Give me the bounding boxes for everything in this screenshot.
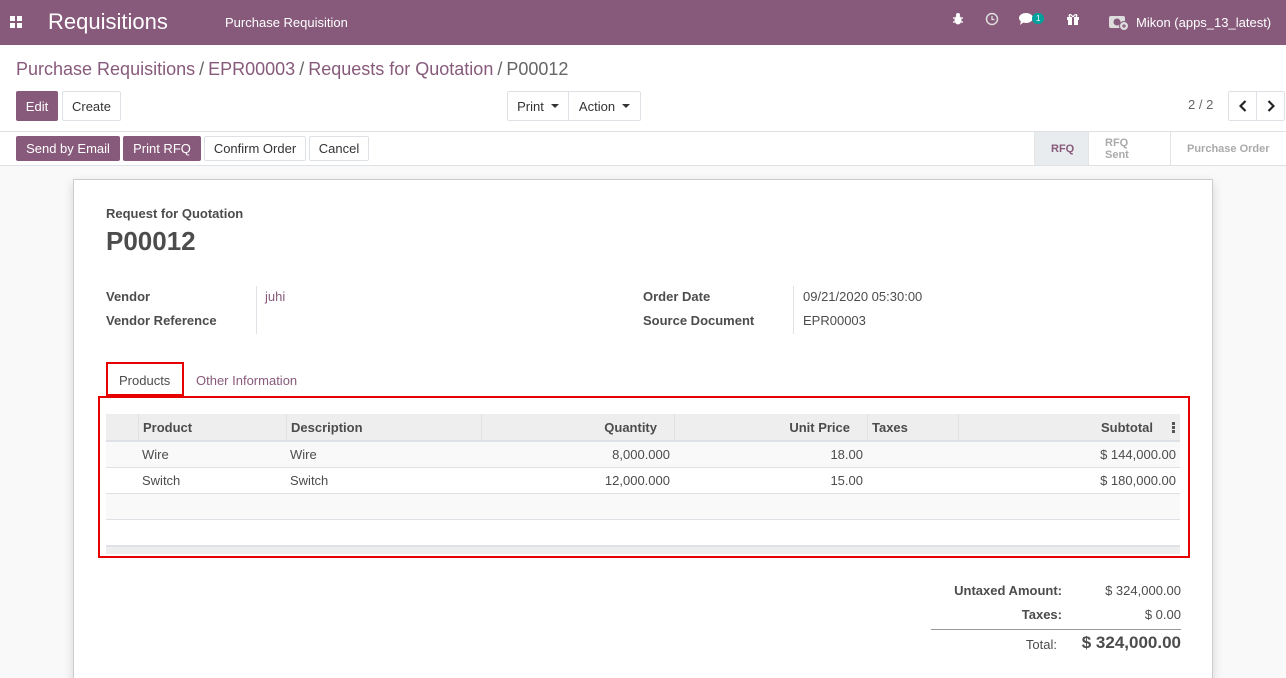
- pager-next-button[interactable]: [1256, 91, 1285, 121]
- field-divider: [793, 286, 794, 334]
- caret-down-icon: [622, 104, 631, 108]
- bug-icon[interactable]: [952, 12, 964, 29]
- untaxed-amount-label: Untaxed Amount:: [954, 583, 1062, 598]
- user-name: Mikon (apps_13_latest): [1136, 15, 1272, 30]
- send-by-email-button[interactable]: Send by Email: [16, 136, 120, 161]
- control-panel: Purchase Requisitions / EPR00003/Requests …: [0, 45, 1286, 132]
- edit-button[interactable]: Edit: [16, 91, 58, 121]
- breadcrumb-separator: /: [299, 59, 305, 79]
- app-title[interactable]: Requisitions: [48, 9, 168, 35]
- activity-clock-icon[interactable]: [985, 12, 999, 29]
- avatar: [1108, 13, 1130, 34]
- untaxed-amount-value: $ 324,000.00: [1105, 583, 1181, 598]
- pager-value[interactable]: 2 / 2: [1188, 97, 1213, 112]
- caret-down-icon: [550, 104, 559, 108]
- document-title: P00012: [106, 226, 196, 256]
- chevron-left-icon: [1238, 100, 1246, 112]
- taxes-label: Taxes:: [1021, 607, 1062, 622]
- totals-divider: [931, 629, 1181, 630]
- form-statusbar: Send by Email Print RFQ Confirm Order Ca…: [0, 132, 1286, 166]
- breadcrumb-separator: /: [199, 59, 205, 79]
- highlight-box-products-tab: [106, 362, 184, 396]
- breadcrumb-separator: /: [497, 59, 503, 79]
- action-label: Action: [578, 98, 616, 114]
- confirm-order-button[interactable]: Confirm Order: [204, 136, 306, 161]
- top-navbar: Requisitions Purchase Requisition 1 Miko…: [0, 0, 1286, 45]
- order-date-label: Order Date: [643, 289, 711, 304]
- total-label: Total:: [1025, 637, 1057, 652]
- apps-menu-icon[interactable]: [10, 16, 22, 28]
- notebook-tabs: Products Other Information: [106, 363, 1179, 397]
- status-steps: RFQ RFQ Sent Purchase Order: [1034, 132, 1286, 165]
- chevron-right-icon: [1267, 100, 1275, 112]
- vendor-reference-label: Vendor Reference: [106, 313, 217, 328]
- cancel-button[interactable]: Cancel: [309, 136, 369, 161]
- vendor-value[interactable]: juhi: [265, 289, 285, 304]
- field-divider: [256, 286, 257, 334]
- status-step-purchase-order: Purchase Order: [1170, 132, 1286, 165]
- gift-icon[interactable]: [1066, 12, 1080, 29]
- breadcrumb-purchase-requisitions[interactable]: Purchase Requisitions: [16, 59, 195, 79]
- print-rfq-button[interactable]: Print RFQ: [123, 136, 201, 161]
- breadcrumb-current: P00012: [506, 59, 569, 79]
- menu-purchase-requisition[interactable]: Purchase Requisition: [225, 15, 348, 30]
- print-label: Print: [517, 98, 544, 114]
- order-date-value: 09/21/2020 05:30:00: [803, 289, 923, 304]
- source-document-value: EPR00003: [803, 313, 866, 328]
- print-dropdown[interactable]: Print: [507, 91, 569, 121]
- total-value: $ 324,000.00: [1081, 633, 1181, 652]
- document-type-label: Request for Quotation: [106, 206, 244, 221]
- pager-previous-button[interactable]: [1228, 91, 1257, 121]
- breadcrumb: Purchase Requisitions / EPR00003/Requests …: [16, 59, 568, 80]
- status-step-rfq: RFQ: [1034, 132, 1088, 165]
- messages-badge: 1: [1032, 13, 1045, 24]
- action-dropdown[interactable]: Action: [568, 91, 641, 121]
- breadcrumb-requests-for-quotation[interactable]: Requests for Quotation: [308, 59, 493, 79]
- create-button[interactable]: Create: [62, 91, 121, 121]
- taxes-value: $ 0.00: [1144, 607, 1181, 622]
- source-document-label: Source Document: [643, 313, 755, 328]
- status-step-rfq-sent: RFQ Sent: [1088, 132, 1170, 165]
- tab-other-information[interactable]: Other Information: [184, 363, 309, 397]
- highlight-box-order-lines: [98, 396, 1190, 558]
- vendor-label: Vendor: [106, 289, 151, 304]
- breadcrumb-epr00003[interactable]: EPR00003: [208, 59, 295, 79]
